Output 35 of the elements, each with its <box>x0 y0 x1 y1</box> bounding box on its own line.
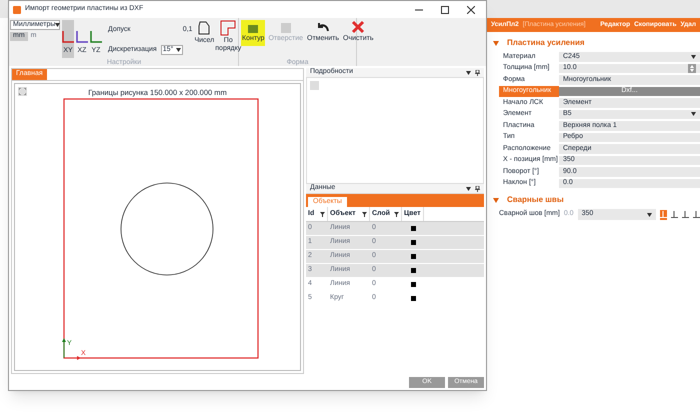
filter-icon[interactable] <box>362 212 367 216</box>
pin-icon[interactable] <box>475 70 480 76</box>
spinner-icon[interactable] <box>688 64 696 73</box>
app-logo-icon <box>13 6 21 14</box>
pin-icon[interactable] <box>475 186 480 192</box>
caret-icon <box>55 23 60 27</box>
plate-icon <box>278 20 293 34</box>
color-swatch <box>410 296 416 301</box>
x-axis-arrow <box>64 356 81 360</box>
weld-type-icon[interactable] <box>671 210 678 220</box>
filter-icon[interactable] <box>394 212 399 216</box>
color-swatch <box>410 282 416 287</box>
caret-icon[interactable] <box>466 70 471 74</box>
caret-icon <box>647 212 652 216</box>
color-swatch <box>410 240 416 245</box>
filter-icon[interactable] <box>320 212 325 216</box>
caret-icon <box>176 48 181 52</box>
axes-icon <box>90 30 102 42</box>
caret-icon[interactable] <box>466 186 471 190</box>
section-title: Сварные швы <box>507 194 564 206</box>
caret-icon <box>691 112 696 116</box>
axes-icon <box>76 30 88 42</box>
axes-icon <box>62 30 74 42</box>
color-swatch <box>410 226 416 231</box>
color-swatch <box>410 254 416 259</box>
weld-type-icon[interactable] <box>693 210 700 220</box>
cross-icon <box>351 20 366 34</box>
color-swatch <box>410 268 416 273</box>
y-axis-arrow <box>62 338 66 358</box>
polygon-nodes-icon <box>197 20 212 36</box>
caret-icon <box>691 54 696 59</box>
weld-type-icon[interactable] <box>682 210 689 220</box>
section-title: Пластина усиления <box>507 37 585 49</box>
undo-icon <box>316 20 330 34</box>
polygon-outline-icon <box>220 20 236 36</box>
